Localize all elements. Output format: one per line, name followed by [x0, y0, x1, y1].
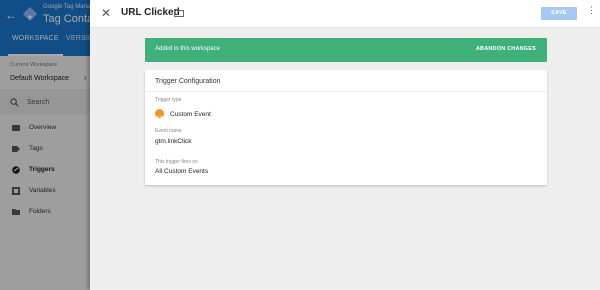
- card-title: Trigger Configuration: [155, 78, 221, 85]
- more-vert-icon[interactable]: ⋮: [587, 6, 596, 20]
- event-name-label: Event name: [155, 128, 182, 134]
- code-brackets-icon: [156, 115, 163, 120]
- trigger-configuration-card[interactable]: Trigger Configuration Trigger type Custo…: [145, 70, 547, 185]
- workspace-status-banner: Added in this workspace ABANDON CHANGES: [145, 38, 547, 62]
- trigger-type-label: Trigger type: [155, 97, 182, 103]
- close-icon[interactable]: ✕: [100, 7, 112, 19]
- save-button[interactable]: SAVE: [541, 7, 577, 20]
- modal-scrim[interactable]: [0, 0, 90, 290]
- folder-icon[interactable]: [174, 9, 184, 17]
- panel-header: ✕ URL Clicked SAVE ⋮: [90, 0, 600, 28]
- event-name-value: gtm.linkClick: [155, 138, 192, 145]
- fires-on-label: This trigger fires on: [155, 159, 198, 165]
- divider: [145, 91, 547, 92]
- banner-text: Added in this workspace: [155, 46, 221, 52]
- fires-on-value: All Custom Events: [155, 168, 209, 175]
- trigger-editor-panel: ✕ URL Clicked SAVE ⋮ Added in this works…: [90, 0, 600, 290]
- custom-event-icon: [155, 109, 164, 120]
- trigger-type-value: Custom Event: [170, 111, 211, 118]
- abandon-changes-button[interactable]: ABANDON CHANGES: [476, 46, 536, 52]
- trigger-name-title[interactable]: URL Clicked: [121, 7, 180, 18]
